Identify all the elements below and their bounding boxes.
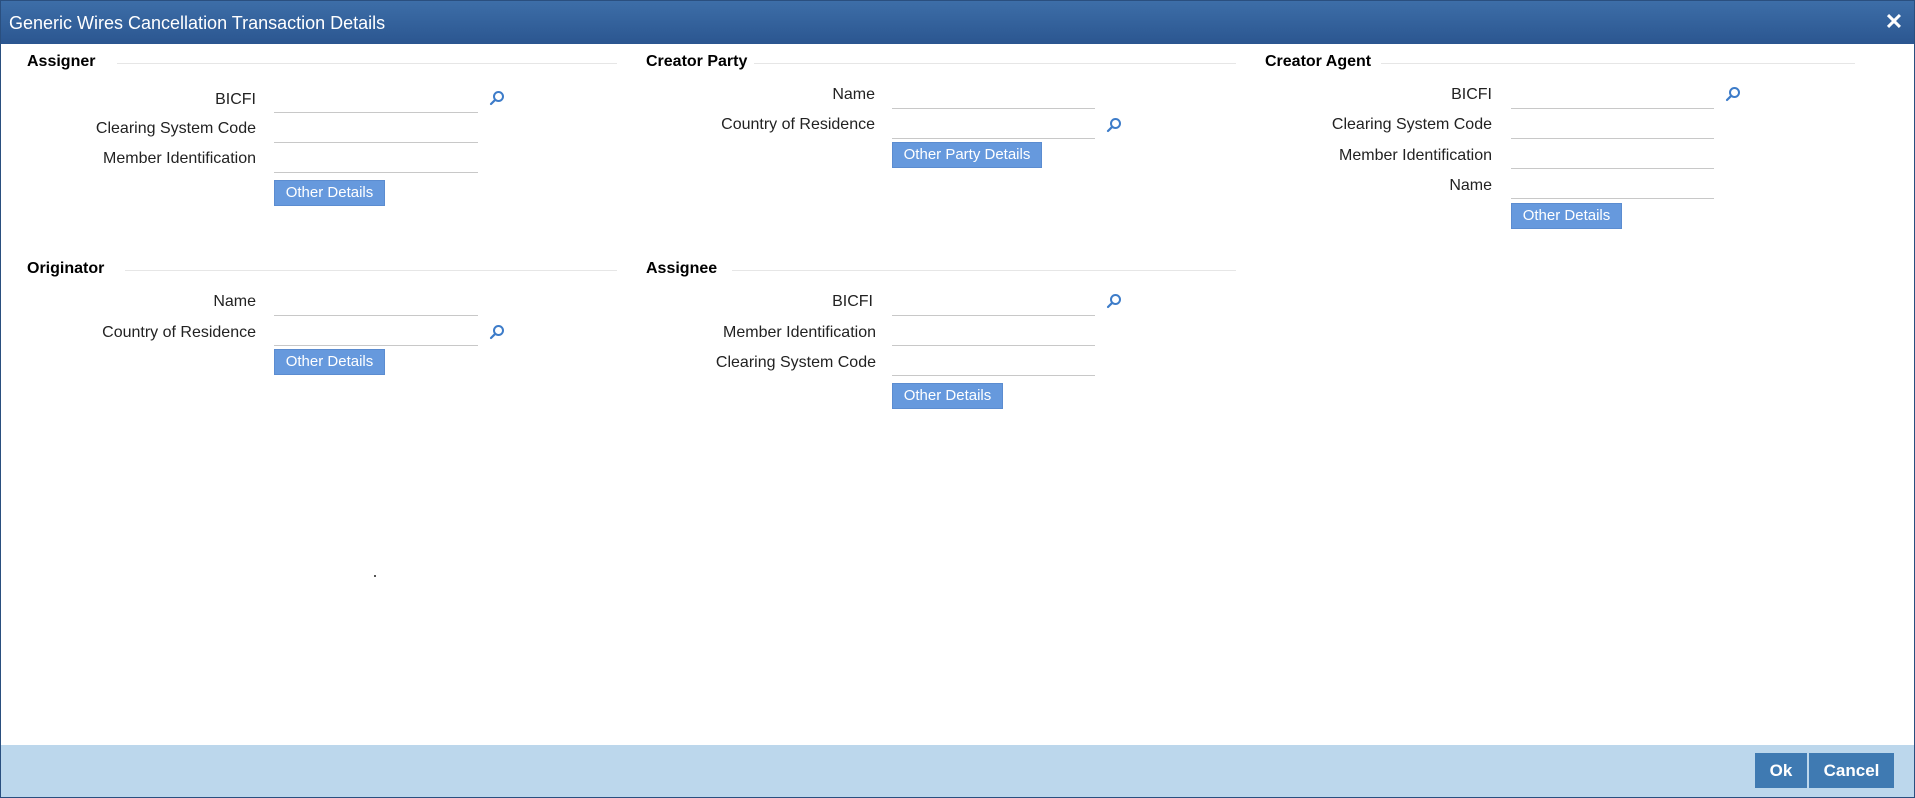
- search-icon[interactable]: [1106, 293, 1122, 309]
- creator-agent-bicfi-input[interactable]: [1511, 82, 1714, 109]
- creator-agent-member-label: Member Identification: [1339, 147, 1492, 164]
- creator-party-name-input[interactable]: [892, 82, 1095, 109]
- creator-agent-header: Creator Agent: [1265, 53, 1372, 70]
- section-divider: [125, 270, 617, 271]
- ok-button[interactable]: Ok: [1755, 753, 1807, 788]
- originator-name-label: Name: [213, 293, 256, 310]
- assigner-member-label: Member Identification: [103, 150, 256, 167]
- originator-header: Originator: [27, 260, 105, 277]
- title-bar: Generic Wires Cancellation Transaction D…: [1, 1, 1914, 44]
- section-divider: [732, 270, 1236, 271]
- assignee-header: Assignee: [646, 260, 718, 277]
- creator-party-country-label: Country of Residence: [721, 116, 875, 133]
- originator-name-input[interactable]: [274, 289, 478, 316]
- assignee-member-input[interactable]: [892, 319, 1095, 346]
- assignee-member-label: Member Identification: [723, 324, 876, 341]
- assigner-bicfi-input[interactable]: [274, 86, 478, 113]
- creator-party-name-label: Name: [832, 86, 875, 103]
- assigner-member-input[interactable]: [274, 146, 478, 173]
- search-icon[interactable]: [1106, 117, 1122, 133]
- creator-agent-bicfi-label: BICFI: [1451, 86, 1492, 103]
- dialog-window: Generic Wires Cancellation Transaction D…: [0, 0, 1915, 798]
- section-divider: [1381, 63, 1855, 64]
- section-divider: [754, 63, 1236, 64]
- assigner-other-details-button[interactable]: Other Details: [274, 180, 385, 206]
- assigner-header: Assigner: [27, 53, 96, 70]
- stray-dot: [374, 575, 376, 577]
- assignee-bicfi-input[interactable]: [892, 289, 1095, 316]
- originator-other-details-button[interactable]: Other Details: [274, 349, 385, 375]
- originator-country-input[interactable]: [274, 319, 478, 346]
- assigner-clearing-input[interactable]: [274, 116, 478, 143]
- assignee-clearing-input[interactable]: [892, 349, 1095, 376]
- search-icon[interactable]: [489, 324, 505, 340]
- assignee-clearing-label: Clearing System Code: [715, 354, 876, 371]
- dialog-title: Generic Wires Cancellation Transaction D…: [9, 13, 386, 33]
- assignee-bicfi-label: BICFI: [832, 293, 873, 310]
- assigner-clearing-label: Clearing System Code: [95, 120, 256, 137]
- section-divider: [117, 63, 617, 64]
- search-icon[interactable]: [489, 90, 505, 106]
- creator-agent-other-details-button[interactable]: Other Details: [1511, 203, 1622, 229]
- creator-agent-name-label: Name: [1449, 177, 1492, 194]
- dialog-footer: Ok Cancel: [1, 745, 1914, 797]
- originator-country-label: Country of Residence: [102, 324, 256, 341]
- creator-agent-member-input[interactable]: [1511, 142, 1714, 169]
- cancel-button[interactable]: Cancel: [1809, 753, 1894, 788]
- creator-party-country-input[interactable]: [892, 112, 1095, 139]
- creator-party-other-party-details-button[interactable]: Other Party Details: [892, 142, 1042, 168]
- creator-party-header: Creator Party: [646, 53, 748, 70]
- creator-agent-clearing-input[interactable]: [1511, 112, 1714, 139]
- creator-agent-clearing-label: Clearing System Code: [1331, 116, 1492, 133]
- close-icon[interactable]: ✕: [1882, 10, 1906, 34]
- search-icon[interactable]: [1725, 86, 1741, 102]
- assignee-other-details-button[interactable]: Other Details: [892, 383, 1003, 409]
- creator-agent-name-input[interactable]: [1511, 172, 1714, 199]
- assigner-bicfi-label: BICFI: [215, 91, 256, 108]
